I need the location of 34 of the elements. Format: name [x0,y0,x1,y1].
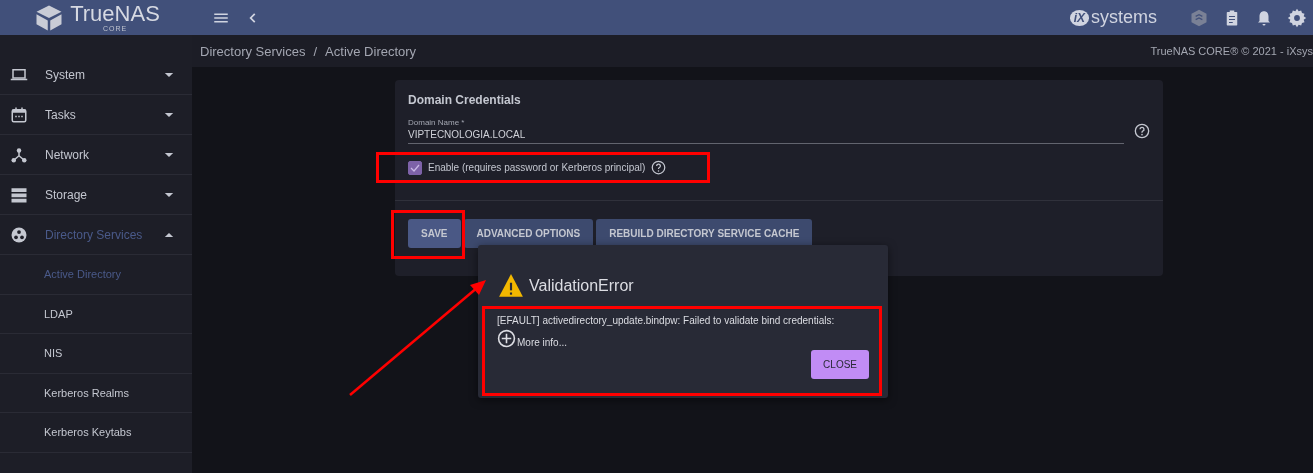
settings-icon[interactable] [1287,7,1307,28]
breadcrumb-separator: / [313,43,318,59]
sidebar-item[interactable]: Network [0,135,192,175]
sidebar-subitem[interactable]: Kerberos Keytabs [0,413,192,453]
network-icon [10,145,28,164]
sidebar-subitem[interactable]: NIS [0,334,192,374]
sidebar-item[interactable]: Storage [0,175,192,215]
sidebar-item[interactable]: System [0,55,192,95]
calendar-icon [10,105,28,124]
breadcrumb-link[interactable]: Active Directory [325,43,417,59]
plus-circle-icon[interactable] [497,329,516,348]
dialog-title: ValidationError [529,277,634,295]
field-label: Domain Name * [408,118,465,127]
storage-icon [10,185,28,204]
form-button[interactable]: SAVE [408,219,461,248]
breadcrumb-link[interactable]: Directory Services [200,43,306,59]
error-message: [EFAULT] activedirectory_update.bindpw: Failed to validate bind credentials: [497,315,836,326]
close-button[interactable]: CLOSE [811,350,869,379]
copyright-text: TrueNAS CORE® © 2021 - iXsys [1149,45,1313,57]
vendor-logo-mark: iX [1069,9,1089,26]
sidebar-subitem[interactable]: Kerberos Realms [0,373,192,413]
circles-icon [10,225,28,244]
enable-checkbox[interactable] [408,160,422,175]
help-icon[interactable] [651,160,667,175]
sidebar-item[interactable]: Tasks [0,95,192,135]
domain-name-field[interactable]: VIPTECNOLOGIA.LOCAL [408,127,1124,144]
sidebar-subitem[interactable]: LDAP [0,294,192,334]
checkbox-label: Enable (requires password or Kerberos principal) [428,162,646,173]
more-info-link[interactable]: More info... [517,337,568,348]
logo-wordmark: TrueNAS [70,3,160,25]
vendor-logo-name: systems [1091,7,1157,28]
warning-icon [497,273,525,299]
section-title: Domain Credentials [408,93,522,107]
help-icon[interactable] [1134,123,1150,139]
